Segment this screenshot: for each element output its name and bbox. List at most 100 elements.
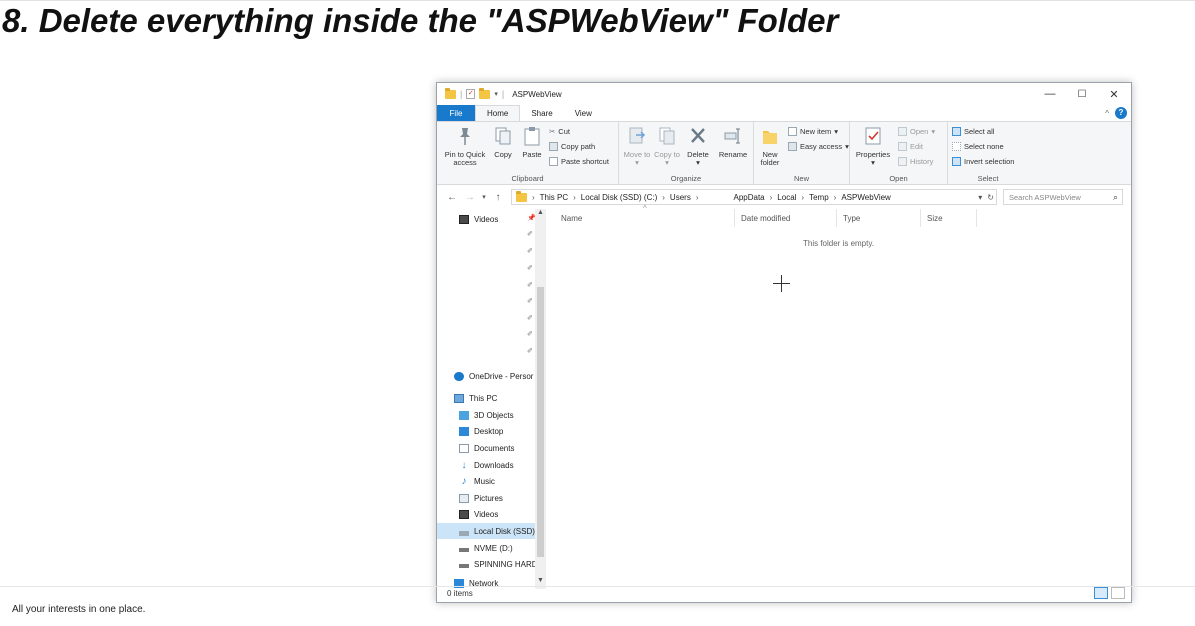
separator: | xyxy=(501,89,505,99)
organize-group: Move to ▾ Copy to ▾ Delete ▾ Rename Organiz… xyxy=(619,122,754,185)
refresh-icon[interactable]: ↻ xyxy=(987,193,994,202)
pin-quick-access-button[interactable]: Pin to Quick access xyxy=(441,126,489,167)
delete-button[interactable]: Delete ▾ xyxy=(683,126,713,167)
nav-3d-objects[interactable]: 3D Objects xyxy=(437,407,535,423)
copy-path-button[interactable]: Copy path xyxy=(549,142,595,151)
paste-shortcut-button[interactable]: Paste shortcut xyxy=(549,157,609,166)
separator: | xyxy=(460,89,463,99)
invert-selection-icon xyxy=(952,157,961,166)
nav-scrollbar[interactable]: ▲ ▼ xyxy=(535,209,546,589)
open-group: Properties ▾ Open ▾ Edit History Open xyxy=(850,122,948,185)
select-all-button[interactable]: Select all xyxy=(952,127,994,136)
chevron-right-icon: › xyxy=(769,192,773,202)
cut-button[interactable]: ✂ Cut xyxy=(549,127,570,136)
nav-desktop[interactable]: Desktop xyxy=(437,423,535,439)
easy-access-icon xyxy=(788,142,797,151)
nav-spinning-hard[interactable]: SPINNING HARD xyxy=(437,556,535,572)
clipboard-label: Clipboard xyxy=(511,174,544,183)
breadcrumb-aspwebview[interactable]: ASPWebView xyxy=(841,193,891,202)
tab-file[interactable]: File xyxy=(437,105,475,121)
new-folder-button[interactable]: New folder xyxy=(756,126,784,167)
move-to-button[interactable]: Move to ▾ xyxy=(623,126,651,167)
rename-button[interactable]: Rename xyxy=(715,126,751,159)
paste-button[interactable]: Paste xyxy=(519,126,545,159)
edit-icon xyxy=(898,142,907,151)
copy-icon xyxy=(495,127,511,145)
navigation-pane: Videos 📌 ✐ ✐ ✐ ✐ ✐ ✐ ✐ ✐ OneDrive - Pers… xyxy=(437,209,547,589)
copy-to-button[interactable]: Copy to ▾ xyxy=(653,126,681,167)
column-name[interactable]: Name xyxy=(555,209,735,227)
new-item-button[interactable]: New item ▾ xyxy=(788,127,838,136)
edit-button[interactable]: Edit xyxy=(898,142,923,151)
maximize-button[interactable]: ☐ xyxy=(1066,83,1098,105)
ribbon: Pin to Quick access Copy Paste ✂ Cut Copy… xyxy=(437,121,1131,185)
move-to-icon xyxy=(629,127,646,144)
open-button[interactable]: Open ▾ xyxy=(898,127,935,136)
tab-view[interactable]: View xyxy=(564,105,603,121)
breadcrumb-appdata[interactable]: AppData xyxy=(733,193,764,202)
large-icons-view-button[interactable] xyxy=(1111,587,1125,599)
tab-share[interactable]: Share xyxy=(520,105,563,121)
nav-onedrive[interactable]: OneDrive - Persor xyxy=(437,368,535,384)
nav-pictures[interactable]: Pictures xyxy=(437,490,535,506)
desktop-icon xyxy=(459,426,469,436)
breadcrumb-local-disk[interactable]: Local Disk (SSD) (C:) xyxy=(581,193,657,202)
nav-music[interactable]: ♪ Music xyxy=(437,473,535,489)
column-type[interactable]: Type xyxy=(837,209,921,227)
address-dropdown-icon[interactable]: ▾ xyxy=(978,193,982,202)
nav-local-disk[interactable]: Local Disk (SSD) xyxy=(437,523,535,539)
minimize-button[interactable]: — xyxy=(1034,83,1066,105)
column-date-modified[interactable]: Date modified xyxy=(735,209,837,227)
ribbon-tabs: File Home Share View ^ ? xyxy=(437,105,1131,121)
help-icon[interactable]: ? xyxy=(1115,107,1127,119)
close-button[interactable]: ✕ xyxy=(1098,83,1130,105)
folder-icon xyxy=(516,190,527,202)
back-icon[interactable]: ← xyxy=(443,192,461,203)
chevron-right-icon: › xyxy=(662,192,665,202)
details-view-button[interactable] xyxy=(1094,587,1108,599)
chevron-right-icon: › xyxy=(695,192,699,202)
column-size[interactable]: Size xyxy=(921,209,977,227)
drive-icon xyxy=(459,548,469,552)
file-explorer-window: | ✓ ▾ | ASPWebView — ☐ ✕ File Home Share… xyxy=(436,82,1132,603)
open-label: Open xyxy=(889,174,908,183)
invert-selection-button[interactable]: Invert selection xyxy=(952,157,1014,166)
breadcrumb-this-pc[interactable]: This PC xyxy=(540,193,568,202)
up-icon[interactable]: ↑ xyxy=(489,192,507,203)
nav-videos[interactable]: Videos xyxy=(437,506,535,522)
nav-this-pc[interactable]: This PC xyxy=(437,390,535,406)
slide-footer: All your interests in one place. xyxy=(12,604,146,615)
select-none-button[interactable]: Select none xyxy=(952,142,1004,151)
easy-access-button[interactable]: Easy access ▾ xyxy=(788,142,849,151)
music-note-icon: ♪ xyxy=(461,475,467,487)
history-button[interactable]: History xyxy=(898,157,933,166)
open-icon xyxy=(898,127,907,136)
tab-home[interactable]: Home xyxy=(475,105,521,121)
breadcrumb-temp[interactable]: Temp xyxy=(809,193,829,202)
breadcrumb-local[interactable]: Local xyxy=(777,193,796,202)
scrollbar-thumb[interactable] xyxy=(537,287,544,557)
nav-documents[interactable]: Documents xyxy=(437,440,535,456)
address-bar[interactable]: › This PC › Local Disk (SSD) (C:) › User… xyxy=(511,189,997,205)
search-box[interactable]: Search ASPWebView ⌕ xyxy=(1003,189,1123,205)
new-item-icon xyxy=(788,127,797,136)
breadcrumb-users[interactable]: Users xyxy=(670,193,691,202)
nav-downloads[interactable]: ↓ Downloads xyxy=(437,457,535,473)
chevron-right-icon: › xyxy=(833,192,837,202)
copy-button[interactable]: Copy xyxy=(491,126,515,159)
properties-qat-icon[interactable]: ✓ xyxy=(466,89,476,99)
download-arrow-icon: ↓ xyxy=(461,459,467,471)
recent-locations-icon[interactable]: ▾ xyxy=(479,193,489,201)
pin-icon: ✐ xyxy=(527,331,533,338)
item-count: 0 items xyxy=(447,588,473,598)
nav-nvme[interactable]: NVME (D:) xyxy=(437,540,535,556)
customize-qat-icon[interactable]: ▾ xyxy=(494,90,498,98)
nav-quick-videos[interactable]: Videos xyxy=(437,211,535,227)
scroll-up-icon[interactable]: ▲ xyxy=(535,209,546,216)
window-title: ASPWebView xyxy=(512,89,562,99)
new-folder-qat-icon[interactable] xyxy=(479,87,491,99)
collapse-ribbon-icon[interactable]: ^ xyxy=(1105,109,1109,118)
forward-icon[interactable]: → xyxy=(461,192,479,203)
properties-button[interactable]: Properties ▾ xyxy=(854,126,892,167)
scroll-down-icon[interactable]: ▼ xyxy=(535,577,546,584)
